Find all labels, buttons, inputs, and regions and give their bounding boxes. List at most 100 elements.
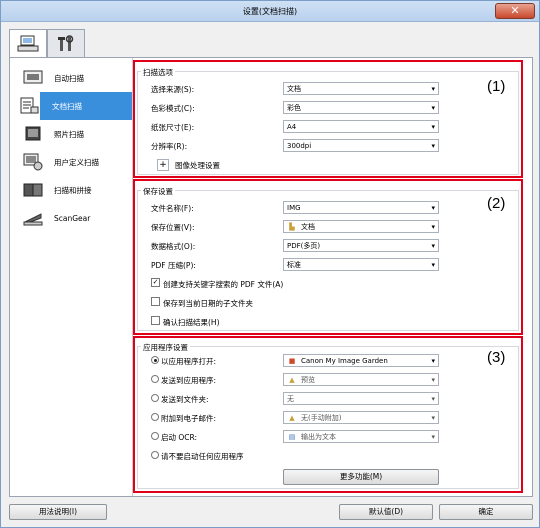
paper-size-label: 纸张尺寸(E): bbox=[151, 123, 195, 132]
open-app-select[interactable]: ■ Canon My Image Garden ▾ bbox=[283, 354, 439, 367]
folder-icon: ▙ bbox=[289, 222, 295, 231]
more-functions-button[interactable]: 更多功能(M) bbox=[283, 469, 439, 485]
resolution-value: 300dpi bbox=[287, 141, 312, 150]
tools-icon bbox=[58, 34, 74, 51]
sidebar-item-label: ScanGear bbox=[54, 213, 91, 223]
save-location-label: 保存位置(V): bbox=[151, 223, 195, 232]
send-folder-value: 无 bbox=[287, 394, 294, 403]
color-mode-select[interactable]: 彩色 ▾ bbox=[283, 101, 439, 114]
resolution-select[interactable]: 300dpi ▾ bbox=[283, 139, 439, 152]
chevron-down-icon: ▾ bbox=[431, 376, 435, 384]
filename-value: IMG bbox=[287, 203, 301, 212]
chevron-down-icon: ▾ bbox=[431, 242, 435, 250]
sidebar-item-label: 文档扫描 bbox=[52, 101, 82, 111]
save-location-select[interactable]: ▙ 文档 ▾ bbox=[283, 220, 439, 233]
ocr-value: 输出为文本 bbox=[301, 432, 336, 441]
close-button[interactable]: ✕ bbox=[495, 3, 535, 19]
chevron-down-icon: ▾ bbox=[431, 204, 435, 212]
open-app-radio[interactable] bbox=[151, 356, 159, 364]
no-app-label: 请不要启动任何应用程序 bbox=[161, 452, 244, 461]
scangear-icon bbox=[22, 209, 44, 227]
save-settings-title: 保存设置 bbox=[141, 186, 175, 197]
defaults-button[interactable]: 默认值(D) bbox=[339, 504, 433, 520]
settings-window: 设置(文档扫描) ✕ 自动扫描 文档扫描 照片扫描 用户定义扫描 扫描和拼接 S… bbox=[0, 0, 540, 528]
photo-scan-icon bbox=[22, 125, 44, 143]
send-app-radio[interactable] bbox=[151, 375, 159, 383]
data-format-value: PDF(多页) bbox=[287, 241, 321, 250]
chevron-down-icon: ▾ bbox=[431, 142, 435, 150]
sidebar-item-photo-scan[interactable]: 照片扫描 bbox=[16, 120, 132, 148]
pdf-compression-value: 标准 bbox=[287, 260, 301, 269]
source-select[interactable]: 文档 ▾ bbox=[283, 82, 439, 95]
chevron-down-icon: ▾ bbox=[431, 395, 435, 403]
save-location-value: 文档 bbox=[301, 222, 315, 231]
data-format-label: 数据格式(O): bbox=[151, 242, 196, 251]
keyword-pdf-checkbox[interactable]: ✓ bbox=[151, 278, 160, 287]
stitch-scan-icon bbox=[22, 181, 44, 199]
tab-general-settings[interactable] bbox=[47, 29, 85, 57]
sidebar-item-auto-scan[interactable]: 自动扫描 bbox=[16, 64, 132, 92]
annotation-number-2: (2) bbox=[487, 195, 506, 212]
chevron-down-icon: ▾ bbox=[431, 223, 435, 231]
window-title: 设置(文档扫描) bbox=[242, 7, 298, 16]
sidebar-item-document-scan[interactable]: 文档扫描 bbox=[20, 92, 132, 120]
resolution-label: 分辨率(R): bbox=[151, 142, 188, 151]
filename-input[interactable]: IMG ▾ bbox=[283, 201, 439, 214]
chevron-down-icon: ▾ bbox=[431, 357, 435, 365]
help-button[interactable]: 用法说明(I) bbox=[9, 504, 107, 520]
chevron-down-icon: ▾ bbox=[431, 85, 435, 93]
document-scan-icon bbox=[18, 97, 40, 115]
title-bar: 设置(文档扫描) ✕ bbox=[1, 1, 539, 22]
chevron-down-icon: ▾ bbox=[431, 261, 435, 269]
email-radio[interactable] bbox=[151, 413, 159, 421]
ocr-radio[interactable] bbox=[151, 432, 159, 440]
paper-size-select[interactable]: A4 ▾ bbox=[283, 120, 439, 133]
settings-content: 扫描选项 (1) 选择来源(S): 文档 ▾ 色彩模式(C): 彩色 ▾ 纸张尺寸(… bbox=[132, 58, 532, 496]
image-garden-icon: ■ bbox=[288, 356, 296, 365]
no-app-radio[interactable] bbox=[151, 451, 159, 459]
sidebar-item-custom-scan[interactable]: 用户定义扫描 bbox=[16, 148, 132, 176]
source-value: 文档 bbox=[287, 84, 301, 93]
pdf-compression-label: PDF 压缩(P): bbox=[151, 261, 196, 270]
sidebar-item-label: 自动扫描 bbox=[54, 73, 84, 83]
chevron-down-icon: ▾ bbox=[431, 104, 435, 112]
annotation-number-1: (1) bbox=[487, 78, 506, 95]
expand-image-settings-button[interactable]: + bbox=[157, 159, 169, 171]
confirm-results-label: 确认扫描结果(H) bbox=[163, 318, 220, 327]
email-select[interactable]: ▲ 无(手动附加) ▾ bbox=[283, 411, 439, 424]
send-folder-label: 发送到文件夹: bbox=[161, 395, 209, 404]
send-app-select[interactable]: ▲ 预览 ▾ bbox=[283, 373, 439, 386]
tab-strip bbox=[9, 29, 531, 58]
data-format-select[interactable]: PDF(多页) ▾ bbox=[283, 239, 439, 252]
scan-options-title: 扫描选项 bbox=[141, 67, 175, 78]
sidebar-item-scangear[interactable]: ScanGear bbox=[16, 204, 132, 232]
settings-panel: 自动扫描 文档扫描 照片扫描 用户定义扫描 扫描和拼接 ScanGear 扫描选… bbox=[9, 57, 533, 497]
sidebar-item-label: 扫描和拼接 bbox=[54, 185, 92, 195]
scanner-computer-icon bbox=[17, 35, 39, 52]
send-folder-select[interactable]: 无 ▾ bbox=[283, 392, 439, 405]
ocr-text-icon: ▤ bbox=[288, 432, 296, 441]
open-app-value: Canon My Image Garden bbox=[301, 356, 388, 365]
ok-button[interactable]: 确定 bbox=[439, 504, 533, 520]
color-mode-value: 彩色 bbox=[287, 103, 301, 112]
send-app-label: 发送到应用程序: bbox=[161, 376, 217, 385]
chevron-down-icon: ▾ bbox=[431, 433, 435, 441]
auto-scan-icon bbox=[22, 69, 44, 87]
preview-icon: ▲ bbox=[289, 375, 295, 384]
send-app-value: 预览 bbox=[301, 375, 315, 384]
keyword-pdf-label: 创建支持关键字搜索的 PDF 文件(A) bbox=[163, 280, 284, 289]
paper-size-value: A4 bbox=[287, 122, 297, 131]
subfolder-label: 保存到当前日期的子文件夹 bbox=[163, 299, 253, 308]
image-settings-label: 图像处理设置 bbox=[175, 161, 220, 170]
ocr-select[interactable]: ▤ 输出为文本 ▾ bbox=[283, 430, 439, 443]
confirm-results-checkbox[interactable] bbox=[151, 316, 160, 325]
ocr-label: 启动 OCR: bbox=[161, 433, 198, 442]
subfolder-checkbox[interactable] bbox=[151, 297, 160, 306]
open-app-label: 以应用程序打开: bbox=[161, 357, 217, 366]
pdf-compression-select[interactable]: 标准 ▾ bbox=[283, 258, 439, 271]
source-label: 选择来源(S): bbox=[151, 85, 195, 94]
annotation-number-3: (3) bbox=[487, 349, 506, 366]
send-folder-radio[interactable] bbox=[151, 394, 159, 402]
tab-scan-settings[interactable] bbox=[9, 29, 47, 58]
sidebar-item-stitch-scan[interactable]: 扫描和拼接 bbox=[16, 176, 132, 204]
